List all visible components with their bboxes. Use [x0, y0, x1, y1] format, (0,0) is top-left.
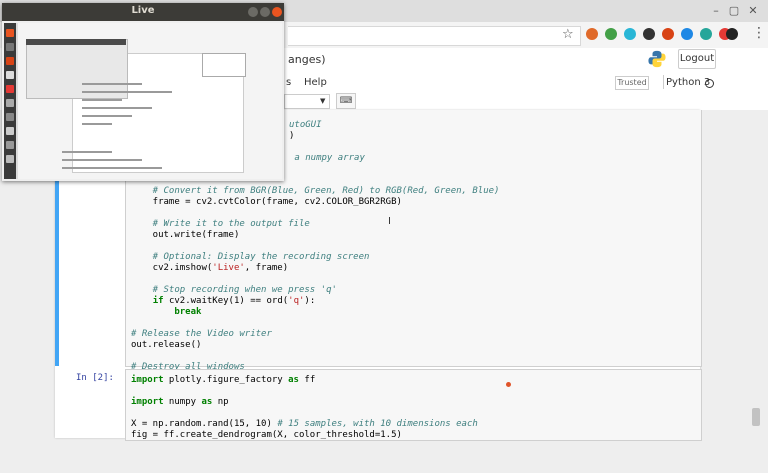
code-line: ): [289, 131, 295, 141]
dock-icon: [6, 155, 14, 163]
python-logo-icon: [648, 50, 666, 68]
ext-4-icon[interactable]: [643, 28, 655, 40]
code-line: break: [131, 307, 202, 317]
code-line: cv2.imshow('Live', frame): [131, 263, 289, 273]
code-line: fig = ff.create_dendrogram(X, color_thre…: [131, 430, 402, 440]
dock-icon: [6, 85, 14, 93]
address-bar[interactable]: [288, 26, 581, 46]
preview-text-line: [82, 123, 112, 125]
code-line: # Stop recording when we press 'q': [131, 285, 337, 295]
chevron-down-icon: ▼: [320, 97, 326, 105]
live-minimize-button[interactable]: [248, 7, 258, 17]
ext-1-icon[interactable]: [586, 28, 598, 40]
preview-text-line: [62, 159, 142, 161]
code-line: import numpy as np: [131, 397, 229, 407]
code-cell-2-input[interactable]: import plotly.figure_factory as ff import…: [125, 369, 702, 441]
command-palette-button[interactable]: ⌨: [336, 93, 356, 109]
live-close-button[interactable]: [272, 7, 282, 17]
dock-icon: [6, 141, 14, 149]
live-window[interactable]: Live: [2, 3, 284, 181]
preview-text-line: [62, 167, 162, 169]
profile-avatar[interactable]: [726, 28, 738, 40]
live-window-title: Live: [131, 5, 155, 16]
preview-text-line: [82, 115, 132, 117]
code-line: import plotly.figure_factory as ff: [131, 375, 316, 385]
maximize-window-button[interactable]: ▢: [728, 5, 740, 17]
bookmark-star-icon[interactable]: ☆: [562, 27, 574, 42]
cell-2-prompt: In [2]:: [76, 373, 114, 383]
dock-icon: [6, 43, 14, 51]
code-line: utoGUI: [289, 120, 322, 130]
live-maximize-button[interactable]: [260, 7, 270, 17]
preview-text-line: [82, 107, 152, 109]
notebook-title[interactable]: anges): [288, 53, 326, 66]
close-window-button[interactable]: ✕: [747, 5, 759, 17]
trusted-badge[interactable]: Trusted: [615, 76, 649, 90]
preview-text-line: [82, 83, 142, 85]
code-line: out.release(): [131, 340, 202, 350]
code-line: a numpy array: [289, 153, 365, 163]
ext-5-icon[interactable]: [662, 28, 674, 40]
menu-item-help[interactable]: Help: [304, 77, 327, 88]
ext-6-icon[interactable]: [681, 28, 693, 40]
code-line: # Optional: Display the recording screen: [131, 252, 370, 262]
code-line: out.write(frame): [131, 230, 240, 240]
pointer-dot: [506, 382, 511, 387]
preview-text-line: [62, 151, 112, 153]
preview-text-line: [82, 91, 172, 93]
code-line: if cv2.waitKey(1) == ord('q'):: [152, 296, 316, 306]
kernel-divider: [663, 75, 664, 89]
preview-text-line: [82, 99, 122, 101]
kernel-name: Python 3: [666, 77, 711, 88]
text-cursor-icon: I: [388, 216, 391, 227]
code-line: X = np.random.rand(15, 10) # 15 samples,…: [131, 419, 478, 429]
dock-icon: [6, 127, 14, 135]
live-preview-dialog: [202, 53, 246, 77]
dock-icon: [6, 99, 14, 107]
dock-icon: [6, 71, 14, 79]
dock-icon: [6, 113, 14, 121]
dock-icon: [6, 29, 14, 37]
live-preview-nested: [26, 39, 128, 99]
live-preview-nested-bar: [26, 39, 126, 45]
code-line: # Convert it from BGR(Blue, Green, Red) …: [131, 186, 500, 196]
minimize-window-button[interactable]: –: [710, 5, 722, 17]
ext-3-icon[interactable]: [624, 28, 636, 40]
ext-7-icon[interactable]: [700, 28, 712, 40]
logout-button[interactable]: Logout: [678, 49, 716, 69]
ext-2-icon[interactable]: [605, 28, 617, 40]
menu-item-widgets[interactable]: s: [286, 77, 291, 88]
code-line: frame = cv2.cvtColor(frame, cv2.COLOR_BG…: [131, 197, 402, 207]
dock-icon: [6, 57, 14, 65]
kernel-status-icon: [705, 79, 714, 88]
code-line: # Write it to the output file: [131, 219, 310, 229]
page-scrollbar[interactable]: [752, 408, 760, 426]
code-line: # Release the Video writer: [131, 329, 272, 339]
browser-menu-icon[interactable]: ⋮: [752, 25, 766, 41]
